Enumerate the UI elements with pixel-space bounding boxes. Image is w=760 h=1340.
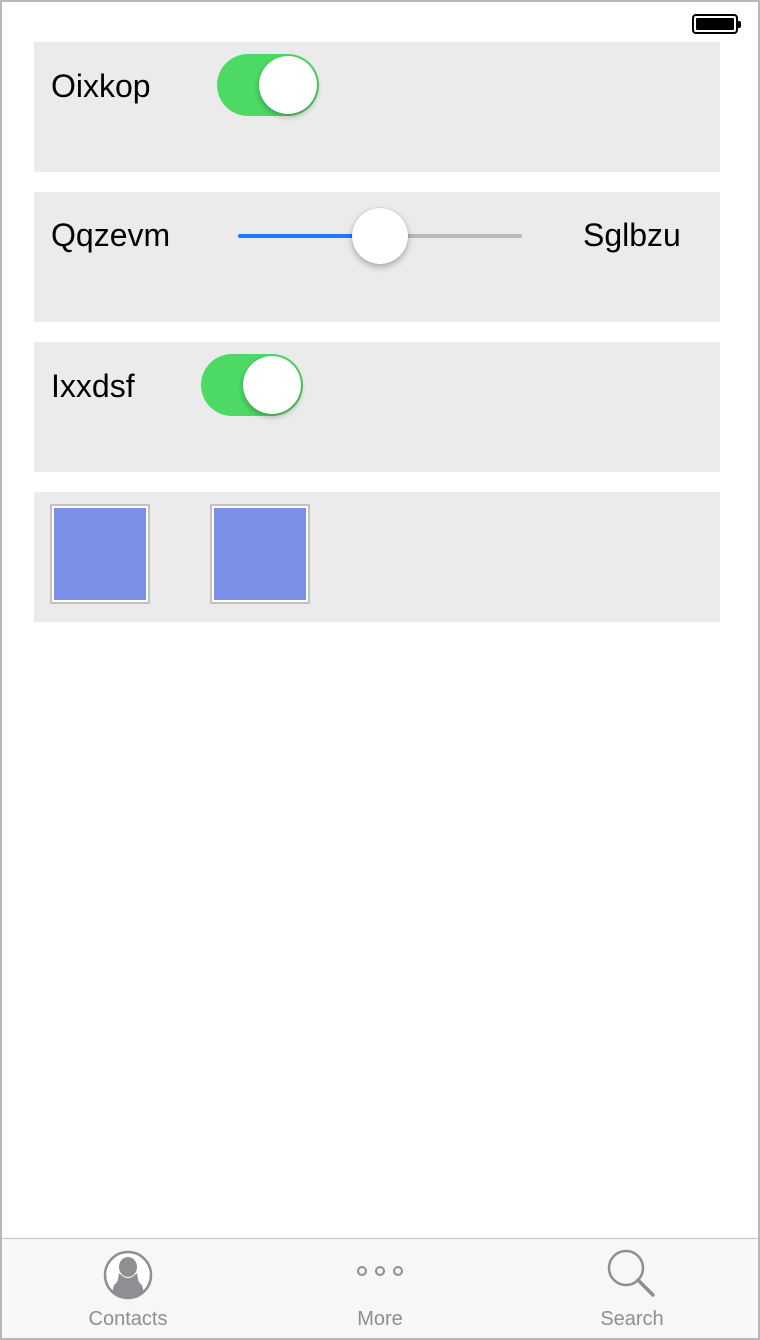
toggle-row-oixkop: Oixkop (34, 42, 720, 172)
tab-label: More (357, 1308, 403, 1330)
more-dots-icon (354, 1261, 406, 1286)
image-placeholder (54, 508, 146, 600)
tab-contacts[interactable]: Contacts (2, 1239, 254, 1338)
image-tile[interactable] (210, 504, 310, 604)
image-row (34, 492, 720, 622)
toggle-label: Ixxdsf (51, 368, 135, 404)
app-screen: Oixkop Qqzevm Sglbzu Ixxdsf Contacts Mor… (0, 0, 760, 1340)
tab-label: Search (600, 1308, 664, 1330)
slider-thumb[interactable] (352, 208, 408, 264)
slider-label: Qqzevm (51, 217, 171, 253)
slider-end-label: Sglbzu (583, 217, 681, 253)
image-placeholder (214, 508, 306, 600)
toggle-label: Oixkop (51, 68, 151, 104)
image-tile[interactable] (50, 504, 150, 604)
tab-more[interactable]: More (254, 1239, 506, 1338)
tab-search[interactable]: Search (506, 1239, 758, 1338)
tab-bar: Contacts More Search (2, 1238, 758, 1338)
toggle-knob (259, 56, 317, 114)
oixkop-toggle[interactable] (217, 54, 319, 116)
battery-icon (692, 14, 741, 34)
slider-row-qqzevm: Qqzevm Sglbzu (34, 192, 720, 322)
toggle-row-ixxdsf: Ixxdsf (34, 342, 720, 472)
person-icon (102, 1249, 154, 1306)
tab-label: Contacts (88, 1308, 168, 1330)
ixxdsf-toggle[interactable] (201, 354, 303, 416)
toggle-knob (243, 356, 301, 414)
search-icon (605, 1247, 659, 1306)
